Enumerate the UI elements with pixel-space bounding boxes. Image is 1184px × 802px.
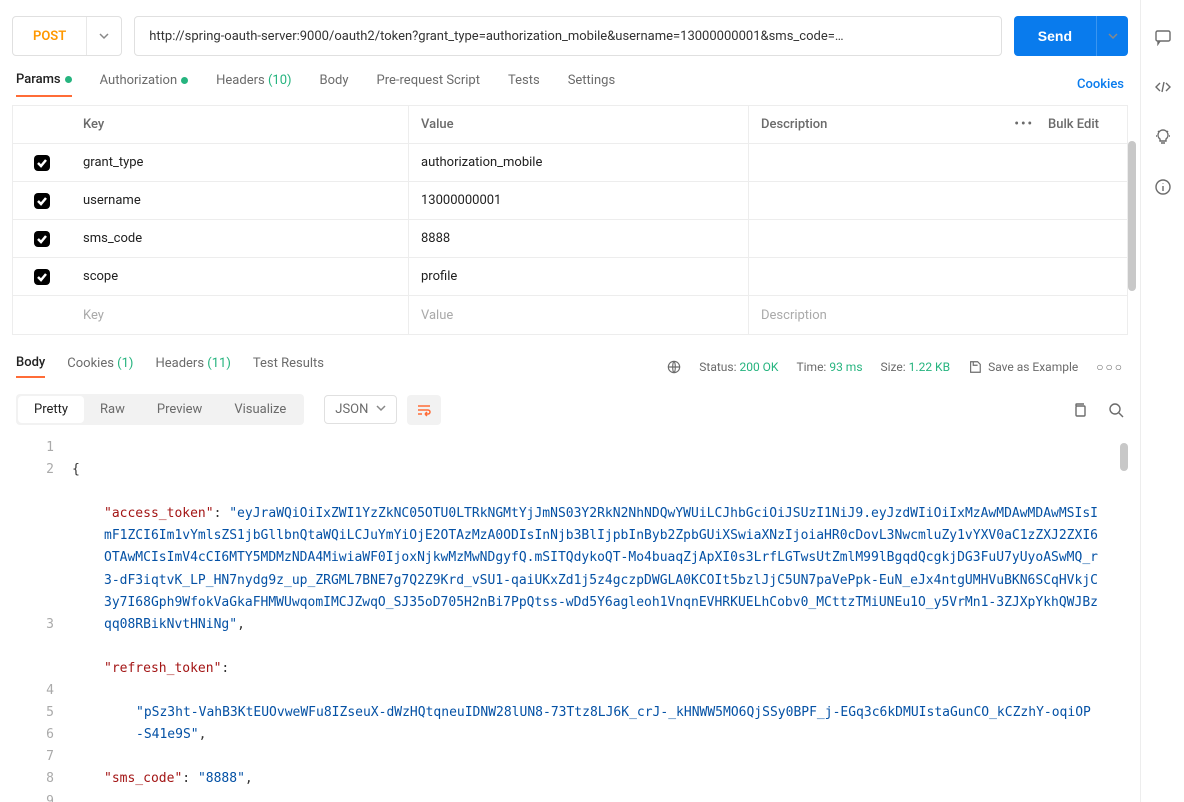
- col-value: Value: [409, 106, 749, 143]
- response-view-controls: Pretty Raw Preview Visualize JSON: [12, 386, 1128, 437]
- tab-prerequest[interactable]: Pre-request Script: [377, 73, 480, 96]
- send-dropdown[interactable]: [1096, 16, 1128, 56]
- comment-icon[interactable]: [1154, 28, 1172, 46]
- param-description[interactable]: [749, 144, 1127, 181]
- response-body: 12 3 456789 { "access_token": "eyJraWQiO…: [12, 437, 1128, 802]
- size-label: Size: 1.22 KB: [881, 360, 951, 374]
- resp-tab-test-results[interactable]: Test Results: [253, 356, 324, 377]
- save-icon: [968, 360, 982, 374]
- param-description[interactable]: [749, 220, 1127, 257]
- table-row[interactable]: grant_type authorization_mobile: [13, 144, 1127, 182]
- view-preview[interactable]: Preview: [141, 396, 218, 423]
- checkbox-icon[interactable]: [34, 269, 50, 285]
- line-gutter: 12 3 456789: [12, 437, 72, 802]
- param-value[interactable]: profile: [409, 258, 749, 295]
- auth-indicator-dot: [181, 77, 188, 84]
- url-input[interactable]: [134, 16, 1002, 56]
- format-selector[interactable]: JSON: [324, 395, 397, 424]
- params-header-row: Key Value Description ••• Bulk Edit: [13, 106, 1127, 144]
- info-icon[interactable]: [1154, 178, 1172, 196]
- code-icon[interactable]: [1154, 78, 1172, 96]
- checkbox-icon[interactable]: [34, 193, 50, 209]
- globe-icon[interactable]: [667, 360, 681, 374]
- view-visualize[interactable]: Visualize: [218, 396, 302, 423]
- table-row[interactable]: username 13000000001: [13, 182, 1127, 220]
- checkbox-icon[interactable]: [34, 155, 50, 171]
- status-label: Status: 200 OK: [699, 360, 778, 374]
- param-value[interactable]: 8888: [409, 220, 749, 257]
- time-label: Time: 93 ms: [796, 360, 862, 374]
- col-description: Description ••• Bulk Edit: [749, 106, 1127, 143]
- scrollbar[interactable]: [1120, 443, 1128, 471]
- param-value-placeholder[interactable]: Value: [409, 296, 749, 334]
- response-tabs: Body Cookies (1) Headers (11) Test Resul…: [12, 347, 1128, 386]
- wrap-lines-button[interactable]: [407, 395, 441, 425]
- param-key[interactable]: username: [71, 182, 409, 219]
- send-button[interactable]: Send: [1014, 16, 1096, 56]
- checkbox-icon[interactable]: [34, 231, 50, 247]
- scrollbar[interactable]: [1128, 141, 1136, 291]
- view-pretty[interactable]: Pretty: [18, 396, 84, 423]
- more-icon[interactable]: ○○○: [1096, 360, 1124, 374]
- right-rail: [1140, 0, 1184, 802]
- chevron-down-icon: [86, 17, 121, 55]
- cookies-link[interactable]: Cookies: [1077, 77, 1124, 92]
- params-indicator-dot: [65, 76, 72, 83]
- table-row[interactable]: sms_code 8888: [13, 220, 1127, 258]
- col-key: Key: [71, 106, 409, 143]
- param-description[interactable]: [749, 182, 1127, 219]
- tab-tests[interactable]: Tests: [508, 73, 540, 96]
- param-key[interactable]: scope: [71, 258, 409, 295]
- param-value[interactable]: 13000000001: [409, 182, 749, 219]
- more-icon[interactable]: •••: [1014, 117, 1034, 132]
- table-row-empty[interactable]: Key Value Description: [13, 296, 1127, 334]
- resp-tab-cookies[interactable]: Cookies (1): [67, 356, 133, 377]
- code-content[interactable]: { "access_token": "eyJraWQiOiIxZWI1YzZkN…: [72, 437, 1128, 802]
- param-description[interactable]: [749, 258, 1127, 295]
- bulk-edit-link[interactable]: Bulk Edit: [1048, 117, 1099, 132]
- lightbulb-icon[interactable]: [1154, 128, 1172, 146]
- table-row[interactable]: scope profile: [13, 258, 1127, 296]
- chevron-down-icon: [376, 402, 386, 417]
- tab-headers[interactable]: Headers (10): [216, 73, 291, 96]
- search-icon[interactable]: [1108, 402, 1124, 418]
- copy-icon[interactable]: [1072, 402, 1088, 418]
- param-description-placeholder[interactable]: Description: [749, 296, 1127, 334]
- tab-params[interactable]: Params: [16, 72, 72, 97]
- method-selector[interactable]: POST: [12, 16, 122, 56]
- save-as-example[interactable]: Save as Example: [968, 360, 1078, 374]
- http-method: POST: [13, 29, 86, 44]
- param-key[interactable]: grant_type: [71, 144, 409, 181]
- tab-authorization[interactable]: Authorization: [100, 73, 189, 96]
- param-key[interactable]: sms_code: [71, 220, 409, 257]
- resp-tab-headers[interactable]: Headers (11): [155, 356, 230, 377]
- param-value[interactable]: authorization_mobile: [409, 144, 749, 181]
- param-key-placeholder[interactable]: Key: [71, 296, 409, 334]
- params-table: Key Value Description ••• Bulk Edit gran…: [12, 105, 1128, 335]
- request-row: POST Send: [12, 16, 1128, 56]
- request-tabs: Params Authorization Headers (10) Body P…: [12, 72, 1128, 105]
- resp-tab-body[interactable]: Body: [16, 355, 45, 378]
- view-raw[interactable]: Raw: [84, 396, 141, 423]
- tab-settings[interactable]: Settings: [568, 73, 615, 96]
- tab-body[interactable]: Body: [320, 73, 349, 96]
